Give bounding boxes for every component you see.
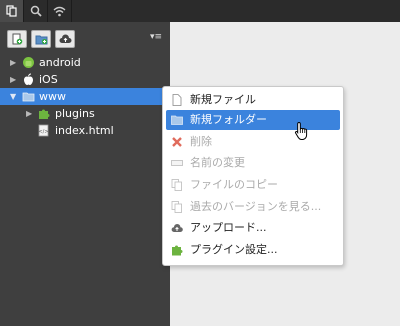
tree-item-label: index.html bbox=[55, 124, 114, 137]
tab-files[interactable] bbox=[0, 0, 24, 22]
file-tree: ▶ android ▶ iOS ▼ www ▶ plugins </> inde… bbox=[0, 54, 170, 139]
menu-item-copy-file[interactable]: ファイルのコピー bbox=[166, 175, 340, 195]
new-folder-button[interactable] bbox=[31, 30, 51, 48]
new-file-button[interactable] bbox=[7, 30, 27, 48]
delete-icon bbox=[172, 137, 182, 147]
menu-item-label: 新規フォルダー bbox=[190, 113, 267, 126]
menu-item-delete[interactable]: 削除 bbox=[166, 132, 340, 152]
rename-icon bbox=[171, 160, 183, 166]
files-icon bbox=[5, 5, 17, 17]
tree-item-label: plugins bbox=[55, 107, 95, 120]
file-icon bbox=[172, 94, 182, 106]
new-file-icon bbox=[12, 33, 23, 45]
menu-item-label: 名前の変更 bbox=[190, 156, 245, 169]
cloud-upload-icon bbox=[59, 34, 71, 43]
expand-arrow-icon[interactable]: ▶ bbox=[10, 71, 18, 88]
upload-button[interactable] bbox=[55, 30, 75, 48]
menu-item-upload[interactable]: アップロード... bbox=[166, 218, 340, 238]
expand-arrow-icon[interactable]: ▶ bbox=[10, 54, 18, 71]
expand-arrow-icon[interactable]: ▶ bbox=[26, 105, 34, 122]
wifi-icon bbox=[53, 6, 66, 17]
tab-wifi[interactable] bbox=[48, 0, 72, 22]
menu-item-plugin-settings[interactable]: プラグイン設定... bbox=[166, 240, 340, 260]
tree-item-www[interactable]: ▼ www bbox=[0, 88, 170, 105]
puzzle-icon bbox=[172, 245, 183, 256]
tree-item-android[interactable]: ▶ android bbox=[0, 54, 170, 71]
puzzle-icon bbox=[39, 109, 50, 119]
tree-item-ios[interactable]: ▶ iOS bbox=[0, 71, 170, 88]
menu-item-label: アップロード... bbox=[190, 221, 267, 234]
menu-item-label: 削除 bbox=[190, 135, 212, 148]
android-icon bbox=[23, 57, 34, 68]
tree-item-plugins[interactable]: ▶ plugins bbox=[0, 105, 170, 122]
context-menu: 新規ファイル 新規フォルダー 削除 名前の変更 ファイルのコピー 過去のバージョ… bbox=[162, 86, 344, 266]
hand-cursor-icon bbox=[294, 121, 308, 140]
svg-text:</>: </> bbox=[38, 129, 48, 135]
menu-item-view-history[interactable]: 過去のバージョンを見る... bbox=[166, 197, 340, 217]
tree-item-label: iOS bbox=[39, 73, 58, 86]
folder-icon bbox=[22, 92, 35, 102]
tree-item-index-html[interactable]: </> index.html bbox=[0, 122, 170, 139]
menu-item-new-folder[interactable]: 新規フォルダー bbox=[166, 110, 340, 130]
apple-icon bbox=[24, 73, 33, 85]
menu-item-label: 新規ファイル bbox=[190, 93, 256, 106]
tree-item-label: www bbox=[39, 90, 66, 103]
menu-item-new-file[interactable]: 新規ファイル bbox=[166, 90, 340, 110]
file-toolbar: ▾≡ bbox=[0, 22, 170, 52]
copy-icon bbox=[171, 179, 182, 191]
tree-item-label: android bbox=[39, 56, 81, 69]
search-icon bbox=[30, 5, 42, 17]
folder-icon bbox=[171, 115, 183, 125]
new-folder-icon bbox=[35, 35, 47, 45]
menu-item-label: ファイルのコピー bbox=[190, 178, 278, 191]
panel-menu-button[interactable]: ▾≡ bbox=[150, 32, 162, 42]
menu-item-label: 過去のバージョンを見る... bbox=[190, 200, 322, 213]
menu-item-rename[interactable]: 名前の変更 bbox=[166, 153, 340, 173]
tab-search[interactable] bbox=[24, 0, 48, 22]
panel-tabs bbox=[0, 0, 72, 22]
cloud-upload-icon bbox=[171, 224, 183, 232]
menu-item-label: プラグイン設定... bbox=[190, 243, 278, 256]
html-file-icon: </> bbox=[38, 124, 49, 137]
collapse-arrow-icon[interactable]: ▼ bbox=[10, 88, 18, 105]
history-icon bbox=[171, 201, 182, 213]
